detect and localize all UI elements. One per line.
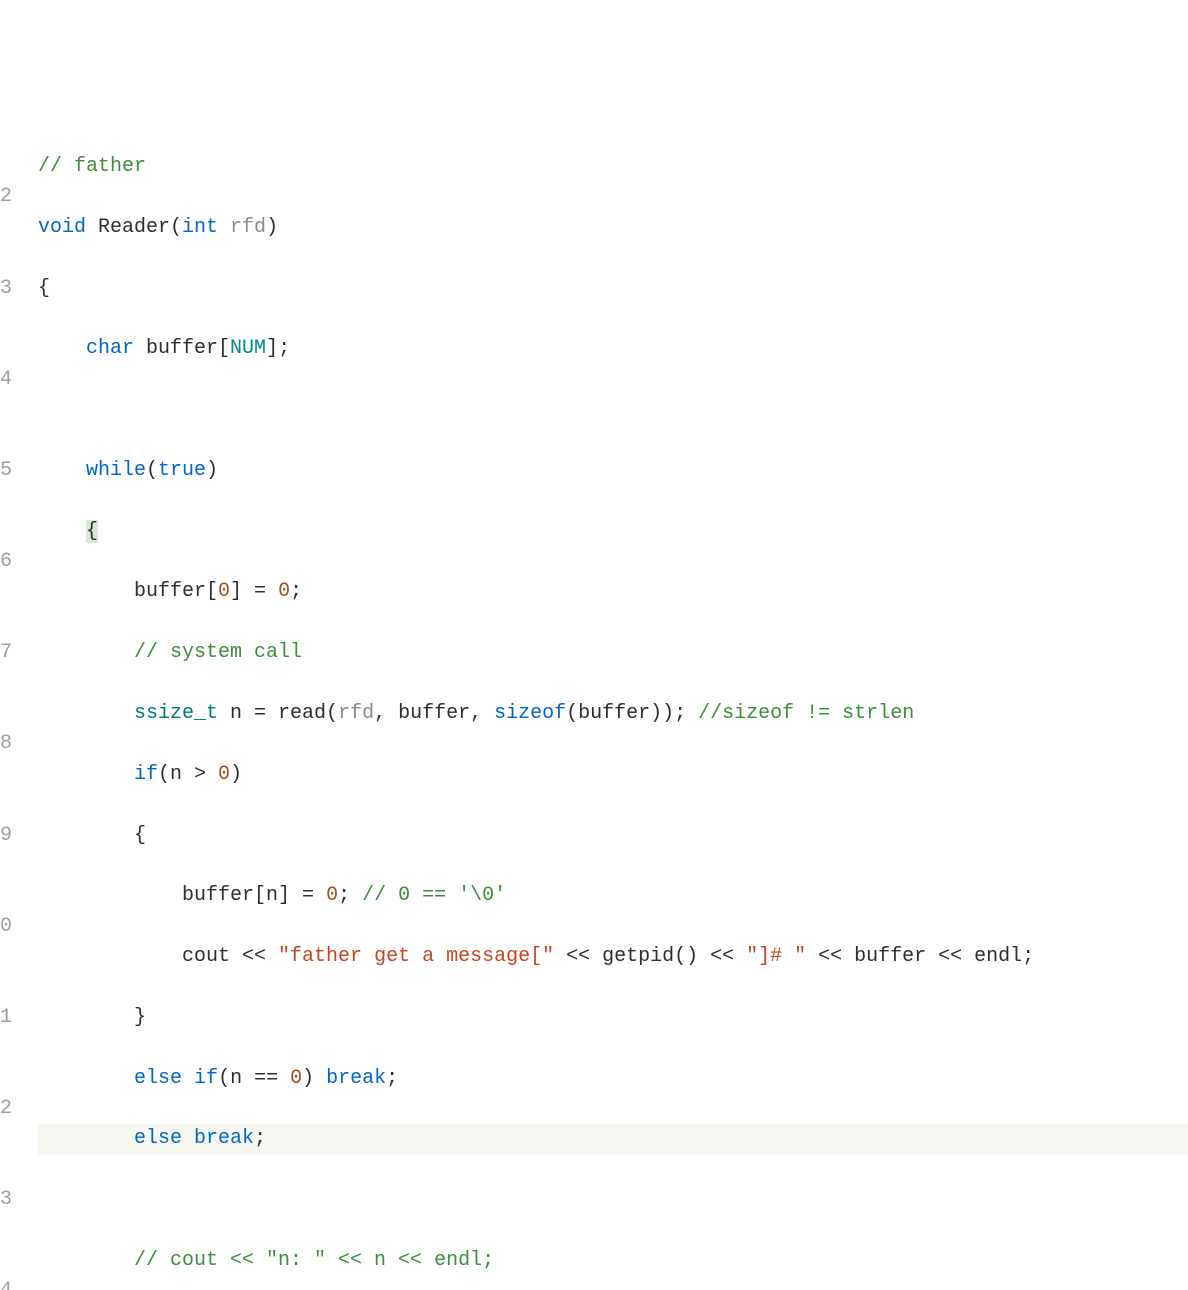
text-token: ] = <box>230 580 278 603</box>
line-number: 9 <box>0 821 12 851</box>
line-number-gutter: 2 3 4 5 6 7 8 9 0 1 2 3 4 5 6 7 8 9 0 1 … <box>0 122 14 1290</box>
text-token: ; <box>338 884 362 907</box>
type-token: ssize_t <box>134 702 218 725</box>
keyword-token: true <box>158 459 206 482</box>
number-token: 0 <box>290 1067 302 1090</box>
line-number: 7 <box>0 638 12 668</box>
brace-token: { <box>134 824 146 847</box>
text-token: ) <box>266 216 278 239</box>
comment-token: // father <box>38 155 146 178</box>
line-number: 4 <box>0 365 12 395</box>
text-token: cout << <box>182 945 278 968</box>
code-line[interactable]: ssize_t n = read(rfd, buffer, sizeof(buf… <box>38 699 1188 729</box>
param-token: rfd <box>218 216 266 239</box>
text-token <box>182 1127 194 1150</box>
text-token: ) <box>206 459 218 482</box>
keyword-token: sizeof <box>494 702 566 725</box>
number-token: 0 <box>326 884 338 907</box>
comment-token: // 0 == '\0' <box>362 884 506 907</box>
code-line[interactable]: void Reader(int rfd) <box>38 213 1188 243</box>
code-line[interactable]: } <box>38 1003 1188 1033</box>
text-token: (buffer)); <box>566 702 698 725</box>
line-number: 4 <box>0 1276 12 1290</box>
string-token: "father get a message[" <box>278 945 554 968</box>
line-number: 3 <box>0 1185 12 1215</box>
number-token: 0 <box>278 580 290 603</box>
text-token: buffer[n] = <box>182 884 326 907</box>
line-number: 0 <box>0 912 12 942</box>
text-token: << buffer << endl; <box>806 945 1034 968</box>
code-line[interactable]: { <box>38 821 1188 851</box>
code-line[interactable]: { <box>38 517 1188 547</box>
code-line[interactable]: cout << "father get a message[" << getpi… <box>38 942 1188 972</box>
comment-token: //sizeof != strlen <box>698 702 914 725</box>
text-token: (n > <box>158 763 218 786</box>
brace-token: { <box>38 277 50 300</box>
line-number: 2 <box>0 1094 12 1124</box>
keyword-token: int <box>182 216 218 239</box>
keyword-token: char <box>86 337 134 360</box>
text-token: ( <box>146 459 158 482</box>
text-token: (n == <box>218 1067 290 1090</box>
code-line[interactable]: buffer[n] = 0; // 0 == '\0' <box>38 881 1188 911</box>
string-token: "]# " <box>746 945 806 968</box>
number-token: 0 <box>218 580 230 603</box>
code-line[interactable]: while(true) <box>38 456 1188 486</box>
text-token: Reader( <box>86 216 182 239</box>
text-token: ; <box>290 580 302 603</box>
text-token: buffer[ <box>134 580 218 603</box>
code-line[interactable] <box>38 395 1188 425</box>
keyword-token: void <box>38 216 86 239</box>
code-line[interactable]: buffer[0] = 0; <box>38 577 1188 607</box>
code-line[interactable]: // father <box>38 152 1188 182</box>
code-area[interactable]: // father void Reader(int rfd) { char bu… <box>14 122 1188 1290</box>
code-line[interactable]: if(n > 0) <box>38 760 1188 790</box>
brace-token: } <box>134 1006 146 1029</box>
line-number: 3 <box>0 274 12 304</box>
keyword-token: if <box>194 1067 218 1090</box>
keyword-token: break <box>194 1127 254 1150</box>
code-line[interactable] <box>38 1185 1188 1215</box>
code-line[interactable]: // cout << "n: " << n << endl; <box>38 1246 1188 1276</box>
text-token: ) <box>230 763 242 786</box>
text-token <box>182 1067 194 1090</box>
keyword-token: if <box>134 763 158 786</box>
comment-token: // cout << "n: " << n << endl; <box>134 1249 494 1272</box>
line-number: 5 <box>0 456 12 486</box>
keyword-token: else <box>134 1127 182 1150</box>
code-line[interactable]: // system call <box>38 638 1188 668</box>
text-token: << getpid() << <box>554 945 746 968</box>
line-number: 8 <box>0 729 12 759</box>
keyword-token: break <box>326 1067 386 1090</box>
text-token: ) <box>302 1067 326 1090</box>
code-line[interactable]: char buffer[NUM]; <box>38 334 1188 364</box>
text-token: , buffer, <box>374 702 494 725</box>
text-token: ; <box>254 1127 266 1150</box>
text-token: ]; <box>266 337 290 360</box>
number-token: 0 <box>218 763 230 786</box>
code-line-active[interactable]: else break; <box>38 1124 1188 1154</box>
brace-token: { <box>86 520 98 543</box>
code-editor[interactable]: 2 3 4 5 6 7 8 9 0 1 2 3 4 5 6 7 8 9 0 1 … <box>0 122 1188 1290</box>
line-number: 6 <box>0 547 12 577</box>
line-number: 2 <box>0 182 12 212</box>
text-token: buffer[ <box>134 337 230 360</box>
macro-token: NUM <box>230 337 266 360</box>
text-token: n = read( <box>218 702 338 725</box>
code-line[interactable]: { <box>38 274 1188 304</box>
param-token: rfd <box>338 702 374 725</box>
keyword-token: else <box>134 1067 182 1090</box>
code-line[interactable]: else if(n == 0) break; <box>38 1064 1188 1094</box>
text-token: ; <box>386 1067 398 1090</box>
keyword-token: while <box>86 459 146 482</box>
line-number: 1 <box>0 1003 12 1033</box>
